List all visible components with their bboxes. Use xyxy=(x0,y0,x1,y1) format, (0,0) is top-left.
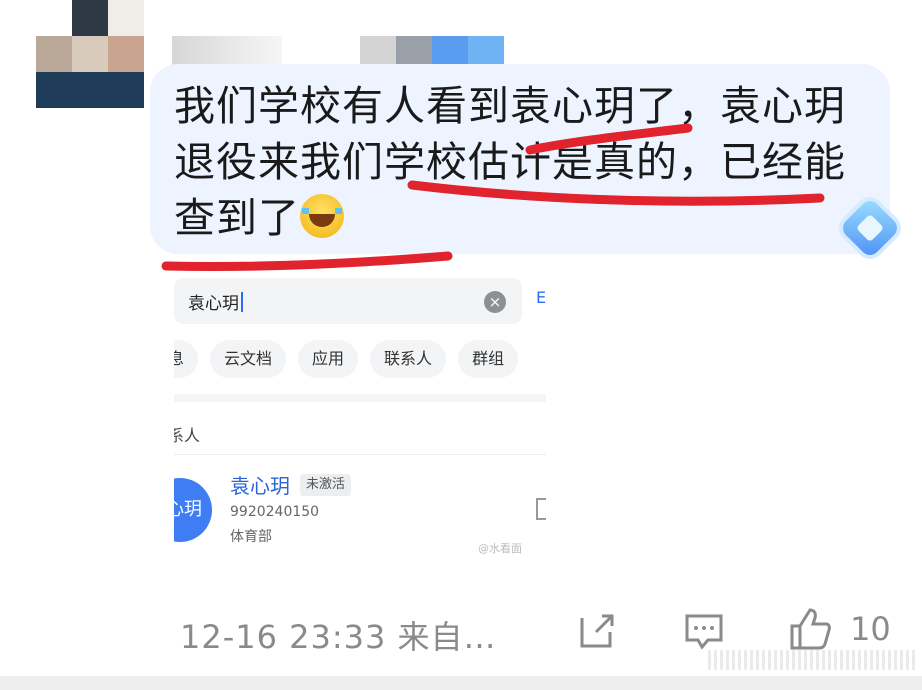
message-line-2: 退役来我们学校估计是真的，已经能 xyxy=(174,138,846,186)
section-label-contacts: 系人 xyxy=(174,426,201,445)
laughing-crying-emoji-icon xyxy=(300,194,344,238)
search-input[interactable]: 袁心玥 × xyxy=(174,278,522,324)
divider xyxy=(174,454,546,455)
text-caret xyxy=(241,292,243,312)
bottom-bar xyxy=(0,676,922,690)
message-text: 我们学校有人看到袁心玥了，袁心玥 退役来我们学校估计是真的，已经能 查到了 xyxy=(174,78,874,246)
watermark-strip xyxy=(708,650,918,670)
chip-messages[interactable]: 息 xyxy=(174,340,199,378)
watermark: @水看面 xyxy=(478,542,522,555)
post-source[interactable]: 来自… xyxy=(398,618,497,656)
status-badge: 未激活 xyxy=(300,474,352,496)
thumbs-up-icon[interactable] xyxy=(788,606,831,650)
chip-contacts[interactable]: 联系人 xyxy=(370,340,447,378)
contact-id: 9920240150 xyxy=(230,504,320,520)
chip-cloud-docs[interactable]: 云文档 xyxy=(210,340,287,378)
share-icon[interactable] xyxy=(578,610,618,650)
filter-chips: 息 云文档 应用 联系人 群组 xyxy=(174,340,519,378)
like-count: 10 xyxy=(850,610,891,648)
chip-groups[interactable]: 群组 xyxy=(458,340,519,378)
comment-icon[interactable] xyxy=(684,612,724,652)
post-meta: 12-16 23:33 来自… xyxy=(180,612,497,658)
contact-name[interactable]: 袁心玥 xyxy=(230,470,290,499)
cropped-action-icon xyxy=(536,498,546,520)
embedded-screenshot: 袁心玥 × E 息 云文档 应用 联系人 群组 系人 心玥 袁心玥 未激活 99… xyxy=(174,272,546,562)
contact-avatar[interactable]: 心玥 xyxy=(174,478,212,542)
highlight-stroke-3 xyxy=(161,251,453,272)
chip-apps[interactable]: 应用 xyxy=(298,340,359,378)
timestamp: 12-16 23:33 xyxy=(180,618,387,656)
message-line-3: 查到了 xyxy=(174,194,300,242)
message-line-1: 我们学校有人看到袁心玥了，袁心玥 xyxy=(174,82,846,130)
blurred-username xyxy=(172,36,282,66)
section-separator xyxy=(174,394,546,402)
cropped-edge-text: E xyxy=(536,288,546,307)
clear-icon[interactable]: × xyxy=(484,291,506,313)
contact-department: 体育部 xyxy=(230,529,272,545)
search-value: 袁心玥 xyxy=(188,294,239,314)
user-avatar[interactable] xyxy=(36,0,144,108)
